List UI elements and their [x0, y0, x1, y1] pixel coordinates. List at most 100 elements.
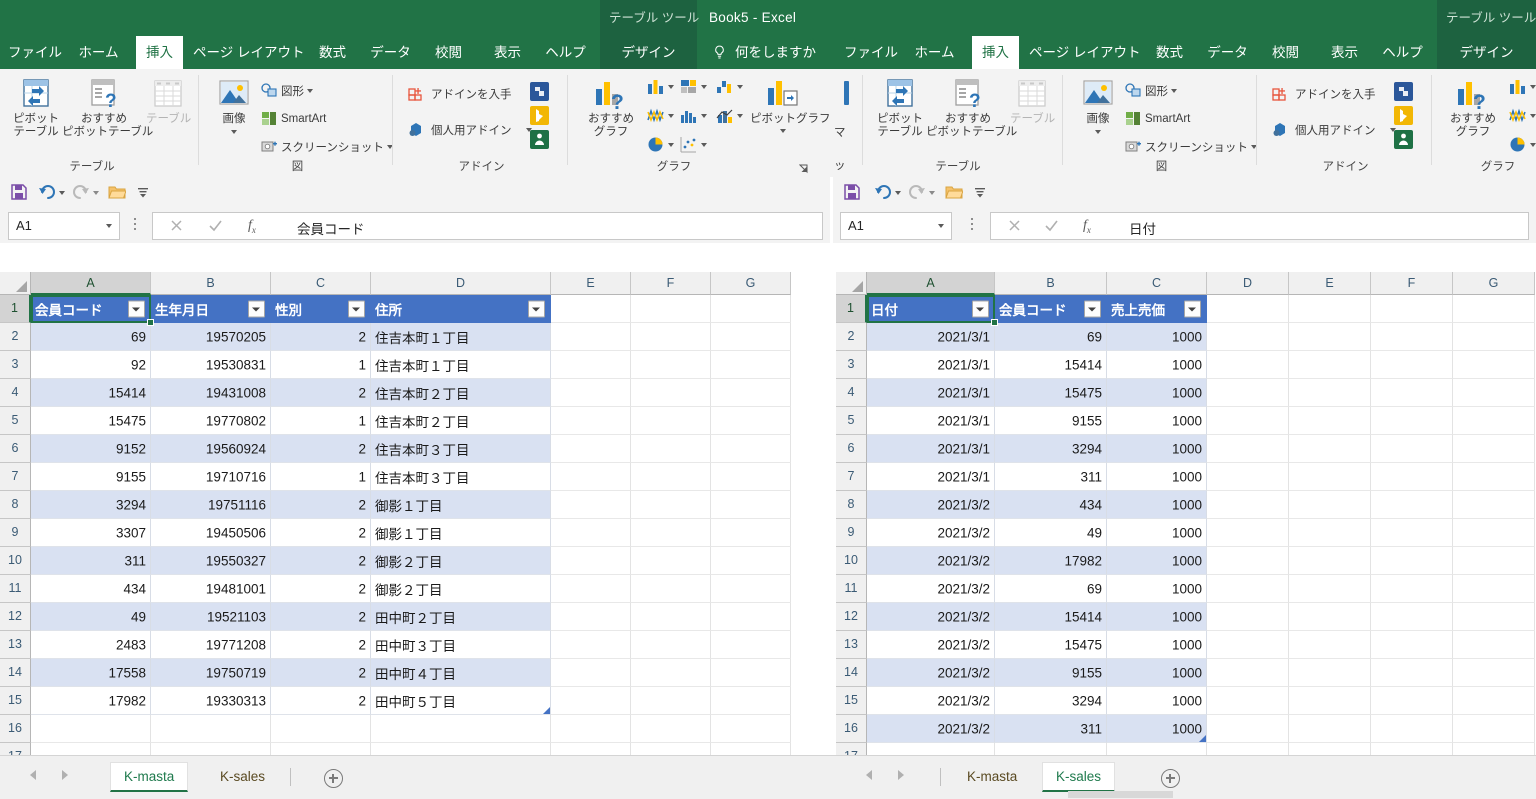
row-header-16[interactable]: 16 — [836, 715, 867, 743]
tab-file-left[interactable]: ファイル — [8, 36, 57, 69]
my-addins-button-left[interactable]: 個人用アドイン — [407, 121, 532, 139]
table-data-cell[interactable]: 住吉本町１丁目 — [371, 323, 551, 351]
empty-cell[interactable] — [631, 351, 711, 379]
table-data-cell[interactable]: 2021/3/2 — [867, 547, 995, 575]
smartart-button-right[interactable]: SmartArt — [1125, 110, 1190, 127]
table-data-cell[interactable]: 2021/3/2 — [867, 603, 995, 631]
line-chart-caret[interactable] — [1530, 114, 1536, 118]
table-data-cell[interactable]: 17558 — [31, 659, 151, 687]
empty-cell[interactable] — [1453, 351, 1535, 379]
table-data-cell[interactable]: 19481001 — [151, 575, 271, 603]
shapes-button-left[interactable]: 図形 — [261, 82, 313, 99]
empty-cell[interactable] — [631, 323, 711, 351]
table-data-cell[interactable]: 9155 — [995, 407, 1107, 435]
table-data-cell[interactable]: 住吉本町１丁目 — [371, 351, 551, 379]
table-data-cell[interactable]: 2 — [271, 379, 371, 407]
tab-review-left[interactable]: 校閲 — [424, 36, 473, 69]
tab-insert-left[interactable]: 挿入 — [136, 36, 183, 69]
empty-cell[interactable] — [711, 435, 791, 463]
table-data-cell[interactable]: 住吉本町３丁目 — [371, 463, 551, 491]
empty-cell[interactable] — [711, 463, 791, 491]
column-chart-caret[interactable] — [668, 85, 674, 89]
table-data-cell[interactable]: 住吉本町３丁目 — [371, 435, 551, 463]
tab-data-left[interactable]: データ — [367, 36, 414, 69]
select-all-corner[interactable] — [0, 272, 31, 295]
table-data-cell[interactable]: 434 — [31, 575, 151, 603]
empty-cell[interactable] — [551, 519, 631, 547]
empty-cell[interactable] — [1371, 743, 1453, 755]
column-header-a[interactable]: A — [31, 272, 151, 295]
table-data-cell[interactable]: 2021/3/1 — [867, 379, 995, 407]
empty-cell[interactable] — [1207, 575, 1289, 603]
table-header-cell[interactable]: 住所 — [371, 295, 551, 323]
row-header-16[interactable]: 16 — [0, 715, 31, 743]
empty-cell[interactable] — [1207, 351, 1289, 379]
empty-cell[interactable] — [151, 715, 271, 743]
empty-cell[interactable] — [711, 715, 791, 743]
empty-cell[interactable] — [1371, 435, 1453, 463]
shapes-button-right[interactable]: 図形 — [1125, 82, 1177, 99]
sheet-tab-k-sales-right[interactable]: K-sales — [1042, 762, 1115, 792]
tab-file-right[interactable]: ファイル — [844, 36, 893, 69]
tab-design-right[interactable]: デザイン — [1437, 36, 1536, 69]
empty-cell[interactable] — [1453, 575, 1535, 603]
table-data-cell[interactable]: 1000 — [1107, 659, 1207, 687]
open-icon[interactable] — [945, 183, 963, 201]
empty-cell[interactable] — [1371, 519, 1453, 547]
table-data-cell[interactable]: 2021/3/2 — [867, 575, 995, 603]
table-data-cell[interactable]: 2 — [271, 519, 371, 547]
empty-cell[interactable] — [1207, 715, 1289, 743]
column-header-b[interactable]: B — [995, 272, 1107, 295]
bing-maps-addin-icon[interactable] — [1394, 106, 1413, 125]
table-data-cell[interactable]: 92 — [31, 351, 151, 379]
charts-dialog-launcher-left[interactable] — [799, 164, 809, 174]
row-header-2[interactable]: 2 — [836, 323, 867, 351]
empty-cell[interactable] — [631, 491, 711, 519]
table-data-cell[interactable]: 1000 — [1107, 379, 1207, 407]
table-data-cell[interactable]: 田中町５丁目 — [371, 687, 551, 715]
table-data-cell[interactable]: 311 — [995, 463, 1107, 491]
empty-cell[interactable] — [1453, 743, 1535, 755]
enter-check-icon[interactable] — [1044, 218, 1059, 233]
row-header-8[interactable]: 8 — [836, 491, 867, 519]
empty-cell[interactable] — [711, 519, 791, 547]
empty-cell[interactable] — [1207, 407, 1289, 435]
empty-cell[interactable] — [151, 743, 271, 755]
empty-cell[interactable] — [711, 547, 791, 575]
empty-cell[interactable] — [1453, 659, 1535, 687]
table-data-cell[interactable]: 19330313 — [151, 687, 271, 715]
empty-cell[interactable] — [551, 687, 631, 715]
fill-handle[interactable] — [147, 319, 154, 326]
pie-chart-caret[interactable] — [668, 143, 674, 147]
empty-cell[interactable] — [1207, 463, 1289, 491]
name-box-caret-right[interactable] — [938, 224, 944, 228]
table-header-cell[interactable]: 日付 — [867, 295, 995, 323]
empty-cell[interactable] — [1207, 631, 1289, 659]
empty-cell[interactable] — [1371, 547, 1453, 575]
shapes-dropdown-caret[interactable] — [1171, 89, 1177, 93]
tab-help-right[interactable]: ヘルプ — [1379, 36, 1426, 69]
empty-cell[interactable] — [867, 743, 995, 755]
empty-cell[interactable] — [1371, 715, 1453, 743]
filter-dropdown-button[interactable] — [248, 300, 265, 317]
empty-cell[interactable] — [1371, 295, 1453, 323]
empty-cell[interactable] — [631, 687, 711, 715]
tab-design-left[interactable]: デザイン — [600, 36, 697, 69]
row-header-11[interactable]: 11 — [0, 575, 31, 603]
table-data-cell[interactable]: 311 — [31, 547, 151, 575]
column-header-f[interactable]: F — [1371, 272, 1453, 295]
save-icon[interactable] — [10, 183, 28, 201]
row-header-13[interactable]: 13 — [0, 631, 31, 659]
column-chart-button-left[interactable] — [646, 77, 674, 96]
row-header-7[interactable]: 7 — [836, 463, 867, 491]
sheet-tab-k-sales-left[interactable]: K-sales — [207, 762, 278, 792]
pivot-table-button-left[interactable]: ピボット テーブル — [8, 77, 64, 139]
tab-home-left[interactable]: ホーム — [70, 36, 127, 69]
empty-cell[interactable] — [1453, 687, 1535, 715]
name-box-caret-left[interactable] — [106, 224, 112, 228]
empty-cell[interactable] — [1371, 351, 1453, 379]
empty-cell[interactable] — [551, 295, 631, 323]
filter-dropdown-button[interactable] — [1184, 300, 1201, 317]
empty-cell[interactable] — [371, 715, 551, 743]
table-data-cell[interactable]: 1000 — [1107, 715, 1207, 743]
